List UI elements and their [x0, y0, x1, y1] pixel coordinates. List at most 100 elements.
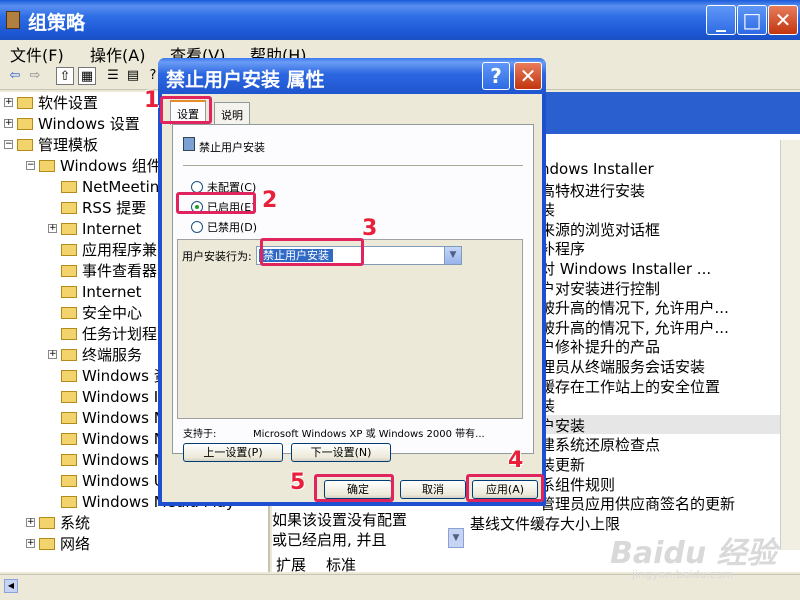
dialog-body: 设置 说明 禁止用户安装 未配置(C) 已启用(E) 已禁用(D) 用户安装行为…: [162, 94, 542, 502]
tree-item-label: Internet: [82, 219, 142, 238]
watermark-url: jingyan.baidu.com: [632, 568, 734, 581]
tree-item-label: 管理模板: [38, 136, 99, 154]
tree-expander-icon[interactable]: +: [48, 224, 57, 233]
tree-item[interactable]: + 系统: [0, 512, 268, 533]
policy-list-item[interactable]: 装更新: [540, 454, 780, 474]
policy-list-item[interactable]: 户安装: [540, 414, 780, 435]
prev-setting-button[interactable]: 上一设置(P): [183, 443, 283, 462]
tree-expander-icon[interactable]: +: [4, 119, 13, 128]
back-arrow-icon[interactable]: ⇦: [6, 67, 24, 85]
tree-item-label: Windows M: [82, 450, 167, 469]
tree-item-label: Windows 资: [82, 367, 169, 385]
tree-item-label: RSS 提要: [82, 199, 147, 217]
tree-expander-icon[interactable]: −: [26, 161, 35, 170]
policy-list-item[interactable]: ndows Installer: [540, 160, 780, 180]
folder-icon: [61, 474, 77, 487]
group-policy-icon: [6, 11, 20, 29]
next-setting-button[interactable]: 下一设置(N): [291, 443, 391, 462]
dialog-title: 禁止用户安装 属性: [166, 69, 325, 91]
folder-icon: [17, 96, 33, 109]
main-window-title: 组策略: [28, 12, 86, 34]
tree-item-label: NetMeeting: [82, 177, 169, 196]
highlight-settings-tab: [160, 96, 212, 124]
dialog-close-button[interactable]: ✕: [514, 62, 542, 90]
tree-expander-icon[interactable]: +: [48, 350, 57, 359]
policy-list-item[interactable]: 户修补提升的产品: [540, 336, 780, 356]
folder-icon: [61, 348, 77, 361]
policy-name: 禁止用户安装: [199, 141, 265, 154]
folder-icon: [39, 537, 55, 550]
folder-icon: [39, 516, 55, 529]
tree-item-label: 网络: [60, 535, 91, 553]
minimize-button[interactable]: _: [706, 5, 736, 35]
cancel-button[interactable]: 取消: [400, 480, 466, 499]
policy-list-item[interactable]: 户对安装进行控制: [540, 278, 780, 298]
policy-list-item[interactable]: 被升高的情况下, 允许用户...: [540, 297, 780, 317]
policy-list-item[interactable]: 高特权进行安装: [540, 180, 780, 200]
description-line: 或已经启用, 并且: [272, 531, 387, 549]
folder-icon: [61, 453, 77, 466]
policy-list-item[interactable]: 补程序: [540, 238, 780, 258]
tree-item-label: 终端服务: [82, 346, 143, 364]
description-area: 如果该设置没有配置 或已经启用, 并且: [272, 510, 462, 550]
highlight-select: [260, 238, 364, 266]
policy-list-item[interactable]: 装: [540, 199, 780, 219]
hscroll-left[interactable]: ◀: [4, 579, 18, 593]
policy-list-item[interactable]: 管理员应用供应商签名的更新: [540, 493, 780, 513]
tree-item-label: Internet: [82, 282, 142, 301]
step-marker-4: 4: [508, 448, 524, 473]
step-marker-2: 2: [262, 188, 278, 213]
forward-arrow-icon[interactable]: ⇨: [26, 67, 44, 85]
folder-icon: [61, 495, 77, 508]
export-icon[interactable]: ▤: [124, 67, 142, 85]
step-marker-1: 1: [144, 88, 160, 113]
main-title-bar[interactable]: 组策略 _ □ ✕: [0, 0, 800, 40]
tree-item-label: 任务计划程: [82, 325, 158, 343]
chevron-down-icon[interactable]: ▼: [444, 247, 461, 264]
folder-icon: [61, 432, 77, 445]
dialog-title-bar[interactable]: 禁止用户安装 属性 ? ✕: [158, 58, 546, 94]
policy-list-item[interactable]: 来源的浏览对话框: [540, 219, 780, 239]
close-button[interactable]: ✕: [768, 5, 798, 35]
tree-item-label: Windows U: [82, 471, 165, 490]
folder-icon: [17, 138, 33, 151]
maximize-button[interactable]: □: [737, 5, 767, 35]
policy-list-item[interactable]: 被升高的情况下, 允许用户...: [540, 317, 780, 337]
highlight-ok-button: [314, 474, 394, 502]
tab-extended[interactable]: 扩展: [276, 554, 306, 575]
tree-item[interactable]: + 网络: [0, 533, 268, 554]
radio-circle: [191, 221, 203, 233]
tree-expander-icon[interactable]: +: [26, 518, 35, 527]
tab-explain[interactable]: 说明: [214, 102, 250, 124]
desc-scroll-down[interactable]: ▼: [448, 528, 464, 548]
tree-item-label: Windows M: [82, 429, 167, 448]
radio-disabled[interactable]: 已禁用(D): [191, 219, 257, 235]
policy-list-item[interactable]: 对 Windows Installer ...: [540, 258, 780, 278]
menu-file[interactable]: 文件(F): [10, 42, 64, 66]
policy-list-item[interactable]: 系组件规则: [540, 474, 780, 494]
policy-list-item[interactable]: 缓存在工作站上的安全位置: [540, 376, 780, 396]
folder-icon: [61, 264, 77, 277]
properties-icon[interactable]: ☰: [104, 67, 122, 85]
tree-expander-icon[interactable]: +: [4, 98, 13, 107]
folder-icon: [61, 306, 77, 319]
folder-icon: [61, 222, 77, 235]
dialog-help-button[interactable]: ?: [482, 62, 510, 90]
options-box: 用户安装行为: 禁止用户安装 ▼: [177, 239, 523, 419]
policy-list-item[interactable]: 装: [540, 395, 780, 415]
folder-icon: [61, 390, 77, 403]
tree-expander-icon[interactable]: +: [26, 539, 35, 548]
tree-expander-icon[interactable]: −: [4, 140, 13, 149]
up-folder-icon[interactable]: ⇧: [56, 67, 74, 85]
policy-list-item[interactable]: 理员从终端服务会话安装: [540, 356, 780, 376]
supported-on-label: 支持于:: [183, 429, 217, 440]
folder-icon: [17, 117, 33, 130]
menu-action[interactable]: 操作(A): [90, 42, 145, 66]
policy-list-item[interactable]: 建系统还原检查点: [540, 434, 780, 454]
show-tree-icon[interactable]: ▦: [78, 67, 96, 85]
tree-item-label: Windows 设置: [38, 115, 140, 133]
list-scrollbar[interactable]: [780, 140, 800, 550]
view-tabs: 扩展 标准: [270, 552, 470, 574]
tab-standard[interactable]: 标准: [326, 554, 356, 575]
folder-icon: [61, 201, 77, 214]
